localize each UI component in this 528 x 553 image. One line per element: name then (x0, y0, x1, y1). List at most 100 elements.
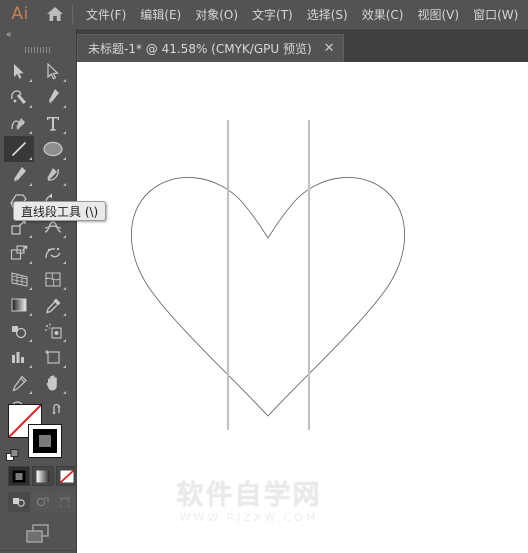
tool-expand-corner (63, 79, 66, 82)
swap-fill-stroke-icon[interactable] (51, 402, 65, 416)
tool-expand-corner (63, 183, 66, 186)
tool-expand-corner (29, 365, 32, 368)
screen-mode-button[interactable] (24, 522, 52, 546)
tool-expand-corner (29, 339, 32, 342)
tool-expand-corner (29, 105, 32, 108)
column-graph-tool[interactable] (4, 344, 34, 370)
close-icon[interactable]: ✕ (324, 42, 335, 55)
shaper-tool[interactable] (38, 162, 68, 188)
artwork-svg (130, 120, 406, 430)
hand-tool[interactable] (38, 370, 68, 396)
tool-row (4, 84, 72, 110)
tool-grid (4, 58, 72, 422)
tool-expand-corner (29, 287, 32, 290)
gradient-tool[interactable] (4, 292, 34, 318)
default-fill-stroke-icon[interactable] (6, 448, 20, 462)
tool-row (4, 162, 72, 188)
ellipse-tool[interactable] (38, 136, 68, 162)
eyedropper-tool[interactable] (38, 292, 68, 318)
menu-type[interactable]: 文字(T) (245, 2, 300, 27)
tool-tooltip: 直线段工具 (\) (13, 201, 107, 221)
magic-wand-tool[interactable] (4, 84, 34, 110)
tool-expand-corner (29, 183, 32, 186)
tool-expand-corner (63, 105, 66, 108)
collapse-panel-button[interactable]: « (0, 28, 75, 42)
curvature-tool[interactable] (4, 110, 34, 136)
tool-row (4, 110, 72, 136)
tool-row (4, 370, 72, 396)
tool-expand-corner (63, 235, 66, 238)
selection-tool[interactable] (4, 58, 34, 84)
paint-mode-buttons (8, 466, 80, 486)
paint-mode-gradient[interactable] (32, 466, 54, 486)
document-tab[interactable]: 未标题-1* @ 41.58% (CMYK/GPU 预览) ✕ (77, 34, 344, 62)
draw-mode-normal[interactable] (8, 492, 30, 512)
menu-edit[interactable]: 编辑(E) (133, 2, 188, 27)
illustrator-window: Ai 文件(F) 编辑(E) 对象(O) 文字(T) 选择(S) 效果(C) 视… (0, 0, 528, 553)
menu-select[interactable]: 选择(S) (300, 2, 355, 27)
heart-path[interactable] (130, 177, 406, 417)
paint-mode-color[interactable] (8, 466, 30, 486)
paintbrush-tool[interactable] (4, 162, 34, 188)
menu-bar: Ai 文件(F) 编辑(E) 对象(O) 文字(T) 选择(S) 效果(C) 视… (0, 0, 528, 28)
tool-expand-corner (63, 287, 66, 290)
tool-row (4, 266, 72, 292)
ai-logo: Ai (11, 4, 29, 24)
grip-dots-icon (24, 47, 51, 53)
color-controls (0, 402, 78, 553)
stroke-color-inner (33, 429, 57, 453)
tool-expand-corner (29, 235, 32, 238)
tool-expand-corner (63, 261, 66, 264)
menu-effect[interactable]: 效果(C) (355, 2, 411, 27)
toolbar-divider (0, 550, 75, 551)
menu-file[interactable]: 文件(F) (79, 2, 133, 27)
draw-mode-inside[interactable] (54, 492, 76, 512)
type-tool[interactable] (38, 110, 68, 136)
tool-row (4, 344, 72, 370)
pen-tool[interactable] (38, 84, 68, 110)
tool-expand-corner (29, 313, 32, 316)
line-segment-tool[interactable] (4, 136, 34, 162)
tool-row (4, 292, 72, 318)
stroke-swatch[interactable] (28, 424, 62, 458)
tool-row (4, 58, 72, 84)
tool-expand-corner (29, 261, 32, 264)
draw-mode-behind[interactable] (31, 492, 53, 512)
slice-tool[interactable] (4, 370, 34, 396)
direct-selection-tool[interactable] (38, 58, 68, 84)
panel-drag-handle[interactable] (0, 44, 75, 56)
mesh-tool[interactable] (38, 266, 68, 292)
menubar-divider (72, 5, 73, 23)
tool-expand-corner (63, 313, 66, 316)
tool-expand-corner (63, 391, 66, 394)
chevron-double-left-icon: « (6, 29, 11, 40)
tool-expand-corner (63, 339, 66, 342)
blend-tool[interactable] (4, 318, 34, 344)
tool-expand-corner (29, 391, 32, 394)
draw-mode-buttons (8, 492, 77, 512)
menu-object[interactable]: 对象(O) (188, 2, 245, 27)
tool-expand-corner (29, 131, 32, 134)
shape-builder-tool[interactable] (38, 240, 68, 266)
free-transform-tool[interactable] (4, 240, 34, 266)
tool-row (4, 136, 72, 162)
document-tab-bar: 未标题-1* @ 41.58% (CMYK/GPU 预览) ✕ (76, 28, 528, 63)
tool-expand-corner (63, 157, 66, 160)
perspective-grid-tool[interactable] (4, 266, 34, 292)
menu-view[interactable]: 视图(V) (410, 2, 466, 27)
artboard-tool[interactable] (38, 344, 68, 370)
tool-expand-corner (63, 365, 66, 368)
tool-row (4, 318, 72, 344)
artboard-canvas[interactable]: 软件自学网 WWW.RJZXW.COM (77, 62, 528, 553)
menu-item-list: 文件(F) 编辑(E) 对象(O) 文字(T) 选择(S) 效果(C) 视图(V… (79, 2, 525, 27)
tool-expand-corner (29, 79, 32, 82)
tool-expand-corner (29, 157, 32, 160)
home-icon[interactable] (40, 6, 70, 22)
paint-mode-none[interactable] (56, 466, 78, 486)
menu-window[interactable]: 窗口(W) (466, 2, 525, 27)
symbol-sprayer-tool[interactable] (38, 318, 68, 344)
tool-tooltip-label: 直线段工具 (\) (21, 204, 99, 219)
tools-panel: « 直线段工具 (\) (0, 28, 107, 553)
tool-expand-corner (63, 131, 66, 134)
stroke-swatch-hole (39, 435, 51, 447)
